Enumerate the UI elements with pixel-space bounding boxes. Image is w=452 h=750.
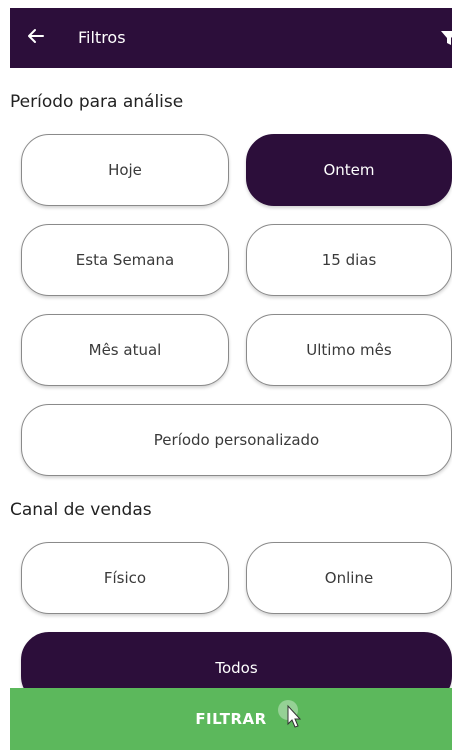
period-option-hoje[interactable]: Hoje: [21, 134, 229, 206]
channel-option-online[interactable]: Online: [246, 542, 452, 614]
period-option-personalizado[interactable]: Período personalizado: [21, 404, 452, 476]
period-option-15-dias[interactable]: 15 dias: [246, 224, 452, 296]
app-header: Filtros: [10, 8, 452, 68]
channel-option-fisico[interactable]: Físico: [21, 542, 229, 614]
period-section-title: Período para análise: [10, 92, 184, 112]
mouse-cursor-icon: [278, 700, 302, 728]
channel-section-title: Canal de vendas: [10, 500, 152, 520]
arrow-left-icon: [28, 29, 44, 43]
period-option-mes-atual[interactable]: Mês atual: [21, 314, 229, 386]
period-option-ultimo-mes[interactable]: Ultimo mês: [246, 314, 452, 386]
filter-submit-button[interactable]: FILTRAR: [10, 688, 452, 750]
filter-submit-label: FILTRAR: [195, 710, 267, 728]
period-option-ontem[interactable]: Ontem: [246, 134, 452, 206]
filter-icon: [441, 31, 452, 45]
filter-button[interactable]: [440, 30, 452, 46]
back-button[interactable]: [24, 24, 48, 48]
period-option-esta-semana[interactable]: Esta Semana: [21, 224, 229, 296]
page-title: Filtros: [78, 28, 126, 47]
